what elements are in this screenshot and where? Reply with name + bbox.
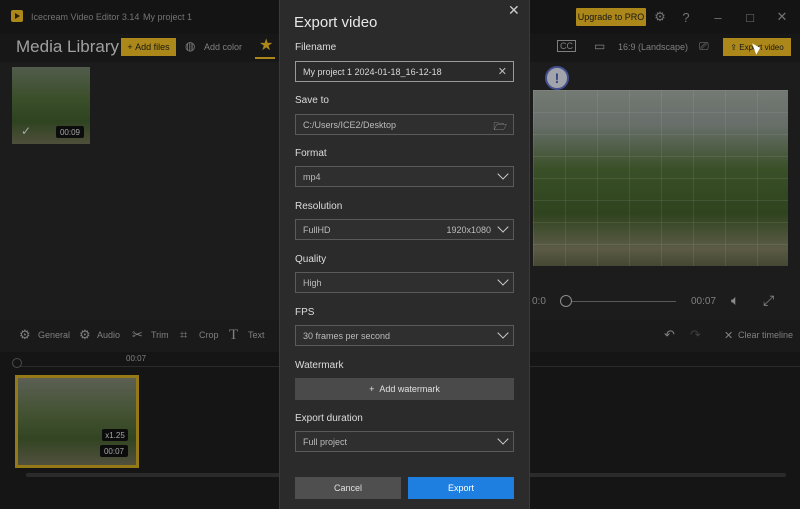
folder-open-icon[interactable]: 🗁 — [493, 118, 507, 137]
quality-value: High — [303, 277, 322, 288]
add-watermark-button[interactable]: + Add watermark — [295, 378, 514, 400]
fps-select[interactable]: 30 frames per second — [295, 325, 514, 346]
clear-input-icon[interactable]: ✕ — [498, 65, 507, 78]
format-value: mp4 — [303, 171, 321, 182]
resolution-size: 1920x1080 — [446, 225, 491, 235]
filename-value: My project 1 2024-01-18_16-12-18 — [303, 66, 442, 77]
dialog-close-icon[interactable]: ✕ — [508, 2, 520, 19]
export-duration-value: Full project — [303, 436, 348, 447]
filename-label: Filename — [295, 42, 337, 53]
resolution-select[interactable]: FullHD 1920x1080 — [295, 219, 514, 240]
filename-input[interactable]: My project 1 2024-01-18_16-12-18 ✕ — [295, 61, 514, 82]
dialog-title: Export video — [294, 14, 378, 31]
save-to-value: C:/Users/ICE2/Desktop — [303, 119, 397, 130]
cancel-button[interactable]: Cancel — [295, 477, 401, 499]
add-watermark-label: Add watermark — [379, 384, 440, 394]
watermark-label: Watermark — [295, 360, 344, 371]
save-to-input[interactable]: C:/Users/ICE2/Desktop 🗁 — [295, 114, 514, 135]
save-to-label: Save to — [295, 95, 329, 106]
chevron-down-icon — [497, 221, 509, 233]
fps-label: FPS — [295, 307, 315, 318]
chevron-down-icon — [497, 274, 509, 286]
quality-select[interactable]: High — [295, 272, 514, 293]
export-button[interactable]: Export — [408, 477, 514, 499]
resolution-value: FullHD — [303, 224, 331, 235]
format-select[interactable]: mp4 — [295, 166, 514, 187]
quality-label: Quality — [295, 254, 327, 265]
fps-value: 30 frames per second — [303, 330, 391, 341]
format-label: Format — [295, 148, 327, 159]
chevron-down-icon — [497, 168, 509, 180]
export-duration-select[interactable]: Full project — [295, 431, 514, 452]
chevron-down-icon — [497, 327, 509, 339]
export-duration-label: Export duration — [295, 413, 363, 424]
app-window: Icecream Video Editor 3.14 My project 1 … — [0, 0, 800, 509]
chevron-down-icon — [497, 433, 509, 445]
resolution-label: Resolution — [295, 201, 343, 212]
plus-icon: + — [369, 384, 380, 394]
